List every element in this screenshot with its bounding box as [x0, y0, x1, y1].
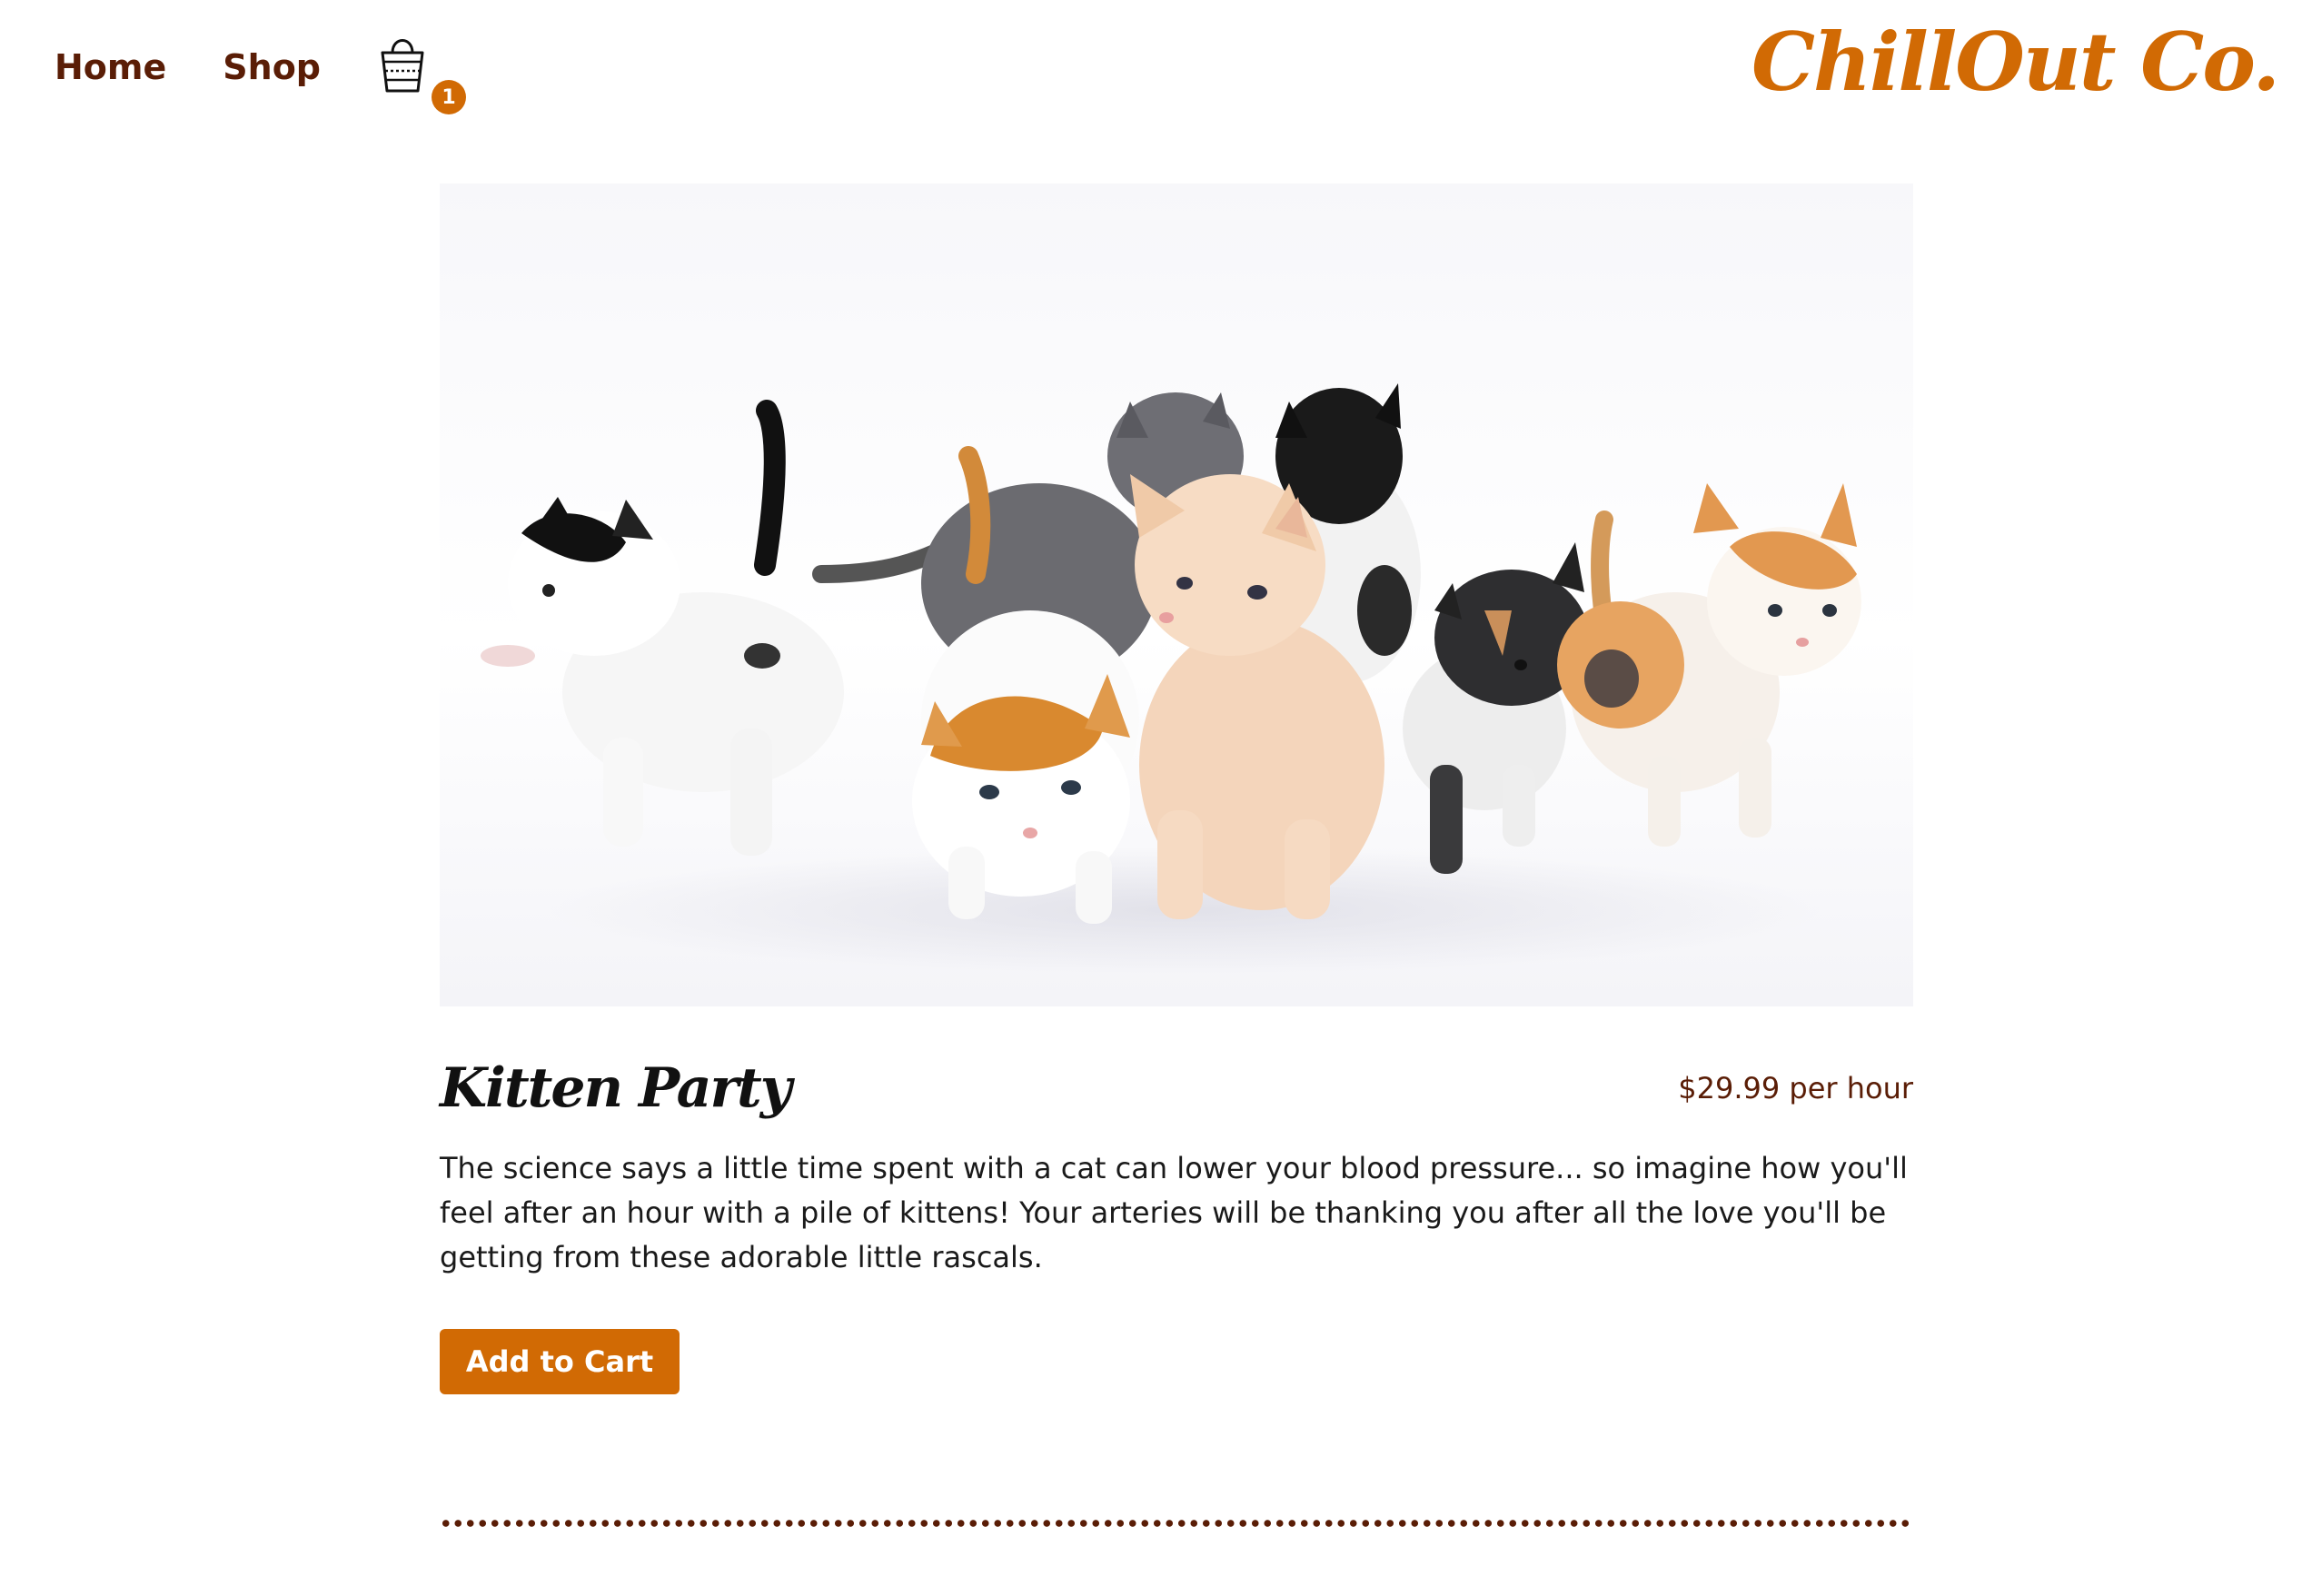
add-to-cart-button[interactable]: Add to Cart — [440, 1329, 680, 1394]
nav-shop-link[interactable]: Shop — [223, 47, 321, 87]
product-image — [440, 183, 1913, 1006]
cart-button[interactable]: 1 — [377, 31, 467, 114]
shopping-basket-icon — [381, 39, 424, 93]
product-title-row: Kitten Party $29.99 per hour — [440, 1043, 1913, 1134]
brand-logo[interactable]: ChillOut Co. — [1751, 15, 2280, 109]
product-price: $29.99 per hour — [1678, 1071, 1913, 1105]
dotted-divider — [440, 1519, 1913, 1528]
product-description: The science says a little time spent wit… — [440, 1151, 1908, 1274]
product-title: Kitten Party — [440, 1056, 792, 1120]
nav-home-link[interactable]: Home — [55, 47, 166, 87]
main-nav: Home Shop 1 — [55, 27, 467, 114]
product-detail: Kitten Party $29.99 per hour The science… — [440, 183, 1913, 1394]
cart-count-badge: 1 — [432, 80, 467, 114]
